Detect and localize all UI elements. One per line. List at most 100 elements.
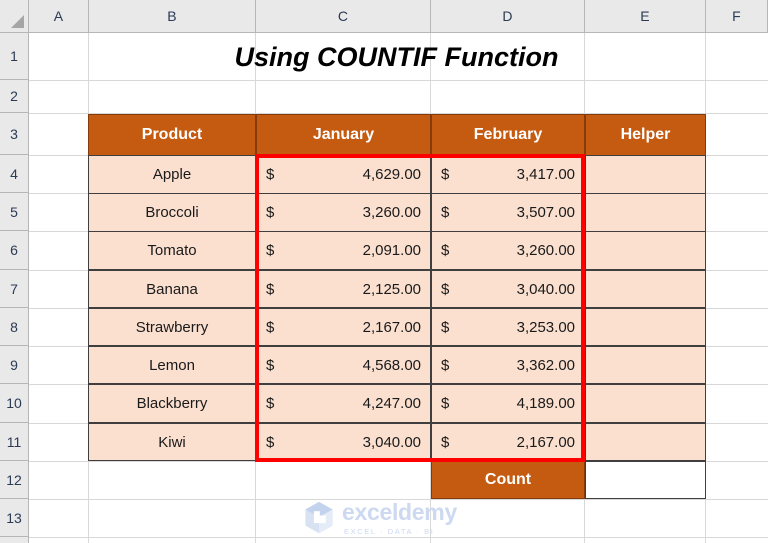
cell-value: 3,507.00 bbox=[516, 204, 575, 221]
cell-value: 2,091.00 bbox=[362, 242, 421, 259]
table-row[interactable]: Apple bbox=[88, 155, 256, 194]
row-header-10[interactable]: 10 bbox=[0, 384, 28, 423]
table-header-february: February bbox=[431, 114, 585, 156]
table-header-product: Product bbox=[88, 114, 256, 156]
row-header-2[interactable]: 2 bbox=[0, 80, 28, 113]
column-header-e[interactable]: E bbox=[585, 0, 706, 32]
currency-symbol: $ bbox=[266, 433, 275, 451]
cell-value: 3,040.00 bbox=[516, 280, 575, 298]
table-row[interactable]: $ 2,125.00 bbox=[256, 270, 431, 308]
column-header-f[interactable]: F bbox=[706, 0, 768, 32]
currency-symbol: $ bbox=[441, 318, 450, 336]
cell-value: 3,417.00 bbox=[516, 166, 575, 183]
currency-symbol: $ bbox=[441, 280, 450, 298]
row-header-13[interactable]: 13 bbox=[0, 499, 28, 537]
table-row[interactable]: $ 3,040.00 bbox=[431, 270, 585, 308]
column-header-c[interactable]: C bbox=[256, 0, 431, 32]
currency-symbol: $ bbox=[441, 242, 450, 259]
cell-value: 3,260.00 bbox=[516, 242, 575, 259]
count-label-cell: Count bbox=[431, 461, 585, 499]
row-header-5[interactable]: 5 bbox=[0, 193, 28, 231]
table-row[interactable]: $ 3,040.00 bbox=[256, 423, 431, 461]
column-header-b[interactable]: B bbox=[89, 0, 256, 32]
cell-value: 2,167.00 bbox=[516, 433, 575, 451]
row-header-9[interactable]: 9 bbox=[0, 346, 28, 384]
select-all-corner[interactable] bbox=[0, 0, 29, 32]
cell-value: 3,253.00 bbox=[516, 318, 575, 336]
column-header-a[interactable]: A bbox=[29, 0, 89, 32]
cell-value: 4,568.00 bbox=[362, 356, 421, 374]
table-header-january: January bbox=[256, 114, 431, 156]
currency-symbol: $ bbox=[441, 395, 450, 412]
cell-value: 2,125.00 bbox=[362, 280, 421, 298]
table-row[interactable] bbox=[585, 384, 706, 423]
cell-value: 2,167.00 bbox=[362, 318, 421, 336]
row-header-strip: 1 2 3 4 5 6 7 8 9 10 11 12 13 bbox=[0, 33, 29, 543]
table-row[interactable]: Broccoli bbox=[88, 193, 256, 232]
row-header-8[interactable]: 8 bbox=[0, 308, 28, 346]
table-row[interactable]: $ 3,260.00 bbox=[431, 231, 585, 270]
table-row[interactable]: $ 2,091.00 bbox=[256, 231, 431, 270]
table-row[interactable] bbox=[585, 193, 706, 232]
table-row[interactable]: Blackberry bbox=[88, 384, 256, 423]
currency-symbol: $ bbox=[266, 356, 275, 374]
cell-value: 4,247.00 bbox=[362, 395, 421, 412]
currency-symbol: $ bbox=[441, 433, 450, 451]
currency-symbol: $ bbox=[441, 356, 450, 374]
cell-value: 3,260.00 bbox=[362, 204, 421, 221]
spreadsheet-canvas: Using COUNTIF Function Product January F… bbox=[0, 0, 768, 543]
table-row[interactable] bbox=[585, 270, 706, 308]
row-header-11[interactable]: 11 bbox=[0, 423, 28, 461]
watermark-name: exceldemy bbox=[342, 498, 457, 525]
table-row[interactable]: Kiwi bbox=[88, 423, 256, 461]
table-row[interactable] bbox=[585, 346, 706, 384]
table-row[interactable]: $ 3,260.00 bbox=[256, 193, 431, 232]
table-row[interactable] bbox=[585, 231, 706, 270]
exceldemy-logo-icon bbox=[305, 501, 333, 534]
currency-symbol: $ bbox=[266, 280, 275, 298]
cell-value: 3,362.00 bbox=[516, 356, 575, 374]
table-row[interactable]: $ 3,417.00 bbox=[431, 155, 585, 194]
page-title: Using COUNTIF Function bbox=[234, 41, 559, 72]
table-row[interactable]: Tomato bbox=[88, 231, 256, 270]
column-header-strip: A B C D E F bbox=[0, 0, 768, 33]
table-row[interactable]: Banana bbox=[88, 270, 256, 308]
currency-symbol: $ bbox=[266, 318, 275, 336]
gridline bbox=[29, 80, 768, 81]
row-header-1[interactable]: 1 bbox=[0, 33, 28, 80]
table-row[interactable]: $ 4,568.00 bbox=[256, 346, 431, 384]
table-row[interactable] bbox=[585, 423, 706, 461]
table-row[interactable]: $ 4,629.00 bbox=[256, 155, 431, 194]
currency-symbol: $ bbox=[266, 242, 275, 259]
currency-symbol: $ bbox=[266, 204, 275, 221]
table-row[interactable]: $ 2,167.00 bbox=[431, 423, 585, 461]
table-row[interactable]: $ 3,362.00 bbox=[431, 346, 585, 384]
table-row[interactable] bbox=[585, 155, 706, 194]
table-row[interactable] bbox=[585, 308, 706, 346]
row-header-4[interactable]: 4 bbox=[0, 155, 28, 193]
exceldemy-watermark: exceldemy EXCEL · DATA · BI bbox=[302, 498, 472, 538]
currency-symbol: $ bbox=[266, 166, 275, 183]
row-header-12[interactable]: 12 bbox=[0, 461, 28, 499]
currency-symbol: $ bbox=[441, 166, 450, 183]
cell-value: 4,189.00 bbox=[516, 395, 575, 412]
table-row[interactable]: $ 4,189.00 bbox=[431, 384, 585, 423]
row-header-3[interactable]: 3 bbox=[0, 113, 28, 155]
currency-symbol: $ bbox=[266, 395, 275, 412]
table-header-helper: Helper bbox=[585, 114, 706, 156]
select-all-triangle-icon bbox=[11, 15, 24, 28]
row-header-6[interactable]: 6 bbox=[0, 231, 28, 270]
table-row[interactable]: Strawberry bbox=[88, 308, 256, 346]
watermark-tagline: EXCEL · DATA · BI bbox=[344, 526, 435, 536]
table-row[interactable]: $ 4,247.00 bbox=[256, 384, 431, 423]
table-row[interactable]: Lemon bbox=[88, 346, 256, 384]
row-header-7[interactable]: 7 bbox=[0, 270, 28, 308]
column-header-d[interactable]: D bbox=[431, 0, 585, 32]
cell-value: 3,040.00 bbox=[362, 433, 421, 451]
table-row[interactable]: $ 3,507.00 bbox=[431, 193, 585, 232]
cell-value: 4,629.00 bbox=[362, 166, 421, 183]
count-result-cell[interactable] bbox=[585, 461, 706, 499]
table-row[interactable]: $ 3,253.00 bbox=[431, 308, 585, 346]
table-row[interactable]: $ 2,167.00 bbox=[256, 308, 431, 346]
currency-symbol: $ bbox=[441, 204, 450, 221]
